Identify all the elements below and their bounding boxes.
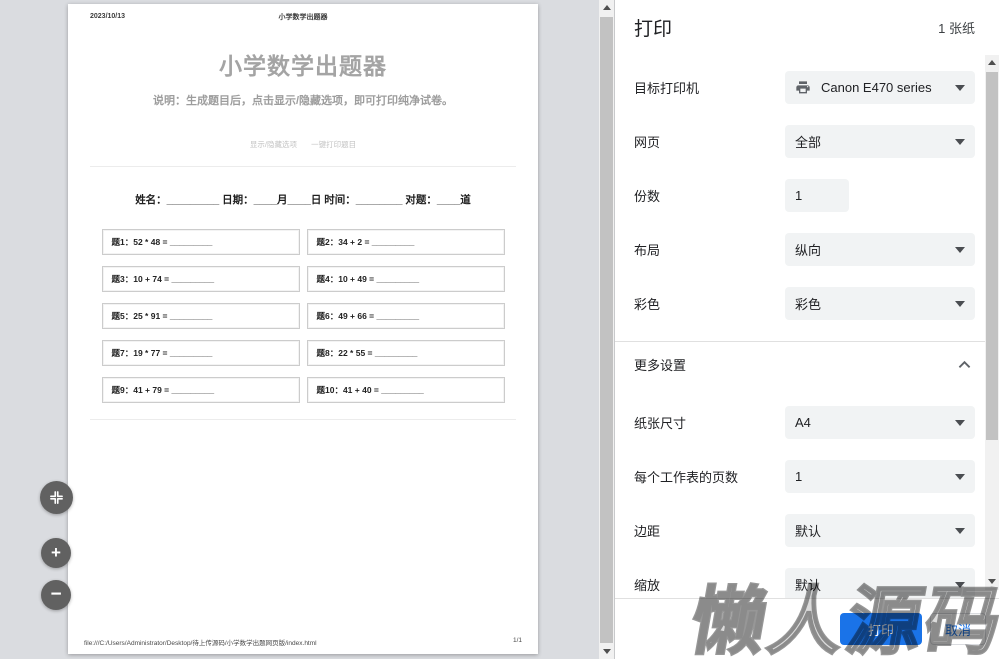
scroll-up-icon[interactable] (985, 55, 999, 69)
page-title: 小学数学出题器 (219, 53, 387, 79)
pages-per-sheet-label: 每个工作表的页数 (634, 470, 739, 485)
print-settings-panel: 打印 1 张纸 目标打印机 Canon E470 series 网页 全部 份数… (614, 0, 999, 659)
footer-url: file:///C:/Users/Administrator/Desktop/待… (84, 640, 317, 647)
row-paper-size: 纸张尺寸 A4 (634, 406, 975, 439)
problem-box: 题9：41 + 79 = _________ (101, 377, 300, 403)
more-settings-label: 更多设置 (634, 357, 687, 373)
margins-select[interactable]: 默认 (785, 514, 975, 547)
problem-box: 题3：10 + 74 = _________ (101, 266, 300, 292)
dropdown-arrow-icon (955, 419, 965, 426)
copies-input[interactable] (785, 179, 849, 212)
scale-value: 默认 (795, 578, 822, 593)
divider (90, 419, 516, 420)
color-label: 彩色 (634, 297, 661, 312)
pages-per-sheet-value: 1 (795, 469, 803, 484)
dropdown-arrow-icon (955, 84, 965, 91)
scroll-down-icon[interactable] (985, 574, 999, 588)
fit-to-page-icon (49, 490, 64, 505)
sheet-count: 1 张纸 (938, 21, 975, 36)
dropdown-arrow-icon (955, 300, 965, 307)
dropdown-arrow-icon (955, 527, 965, 534)
header-doc-title: 小学数学出题器 (278, 13, 328, 21)
page-footer: file:///C:/Users/Administrator/Desktop/待… (84, 637, 522, 647)
problem-box: 题7：19 * 77 = _________ (101, 340, 300, 366)
settings-scrollbar[interactable] (985, 55, 999, 590)
name-date-line: 姓名：_________ 日期：____月____日 时间：________ 对… (135, 194, 471, 206)
dropdown-arrow-icon (955, 581, 965, 588)
panel-body: 目标打印机 Canon E470 series 网页 全部 份数 1 布局 纵向… (615, 55, 999, 598)
paper-size-value: A4 (795, 415, 811, 430)
pages-select[interactable]: 全部 (785, 125, 975, 158)
layout-value: 纵向 (795, 243, 822, 258)
row-pages: 网页 全部 (634, 125, 975, 158)
color-value: 彩色 (795, 297, 822, 312)
row-layout: 布局 纵向 (634, 233, 975, 266)
zoom-out-icon: − (50, 584, 62, 605)
problems-grid: 题1：52 * 48 = _________ 题2：34 + 2 = _____… (90, 229, 516, 403)
cancel-button[interactable]: 取消 (930, 613, 986, 645)
layout-select[interactable]: 纵向 (785, 233, 975, 266)
print-button[interactable]: 打印 (840, 613, 922, 645)
color-select[interactable]: 彩色 (785, 287, 975, 320)
panel-footer: 打印 取消 (615, 598, 999, 659)
layout-label: 布局 (634, 243, 661, 258)
toggle-options-link: 显示/隐藏选项 (249, 140, 297, 149)
paper-size-label: 纸张尺寸 (634, 416, 687, 431)
row-copies: 份数 (634, 179, 975, 212)
row-pages-per-sheet: 每个工作表的页数 1 (634, 460, 975, 493)
problem-box: 题2：34 + 2 = _________ (306, 229, 505, 255)
copies-label: 份数 (634, 189, 661, 204)
page-links: 显示/隐藏选项 一键打印题目 (90, 139, 516, 150)
destination-select[interactable]: Canon E470 series (785, 71, 975, 104)
margins-label: 边距 (634, 524, 661, 539)
panel-header: 打印 1 张纸 (615, 0, 999, 55)
scroll-up-icon[interactable] (599, 0, 614, 15)
print-dialog-window: 2023/10/13 小学数学出题器 小学数学出题器 说明：生成题目后，点击显示… (0, 0, 999, 659)
zoom-in-icon: + (51, 543, 61, 562)
preview-scrollbar-thumb[interactable] (600, 17, 613, 643)
scale-label: 缩放 (634, 578, 661, 593)
footer-page-number: 1/1 (512, 637, 522, 644)
zoom-in-button[interactable]: + (41, 538, 71, 568)
row-margins: 边距 默认 (634, 514, 975, 547)
preview-page: 2023/10/13 小学数学出题器 小学数学出题器 说明：生成题目后，点击显示… (68, 4, 538, 654)
paper-size-select[interactable]: A4 (785, 406, 975, 439)
row-destination: 目标打印机 Canon E470 series (634, 71, 975, 104)
preview-scrollbar[interactable] (599, 0, 614, 659)
zoom-out-button[interactable]: − (41, 580, 71, 610)
pages-per-sheet-select[interactable]: 1 (785, 460, 975, 493)
problem-box: 题10：41 + 40 = _________ (306, 377, 505, 403)
settings-scrollbar-thumb[interactable] (986, 72, 998, 440)
row-scale: 缩放 默认 (634, 568, 975, 598)
problem-box: 题6：49 + 66 = _________ (306, 303, 505, 329)
dropdown-arrow-icon (955, 138, 965, 145)
pages-value: 全部 (795, 135, 822, 150)
chevron-up-icon (958, 360, 971, 369)
dropdown-arrow-icon (955, 246, 965, 253)
printer-icon (795, 80, 811, 96)
destination-value: Canon E470 series (821, 80, 932, 95)
print-preview-area: 2023/10/13 小学数学出题器 小学数学出题器 说明：生成题目后，点击显示… (0, 0, 614, 659)
more-settings-toggle[interactable]: 更多设置 (634, 342, 975, 386)
destination-label: 目标打印机 (634, 81, 700, 96)
problem-box: 题8：22 * 55 = _________ (306, 340, 505, 366)
problem-box: 题1：52 * 48 = _________ (101, 229, 300, 255)
margins-value: 默认 (795, 524, 822, 539)
scroll-down-icon[interactable] (599, 644, 614, 659)
print-questions-link: 一键打印题目 (311, 140, 357, 149)
problem-box: 题5：25 * 91 = _________ (101, 303, 300, 329)
instructions-text: 说明：生成题目后，点击显示/隐藏选项，即可打印纯净试卷。 (152, 95, 454, 107)
panel-title: 打印 (634, 19, 673, 40)
divider (90, 166, 516, 167)
pages-label: 网页 (634, 135, 661, 150)
scale-select[interactable]: 默认 (785, 568, 975, 598)
page-header: 2023/10/13 小学数学出题器 (90, 13, 516, 21)
problem-box: 题4：10 + 49 = _________ (306, 266, 505, 292)
fit-to-page-button[interactable] (40, 481, 73, 514)
row-color: 彩色 彩色 (634, 287, 975, 320)
dropdown-arrow-icon (955, 473, 965, 480)
